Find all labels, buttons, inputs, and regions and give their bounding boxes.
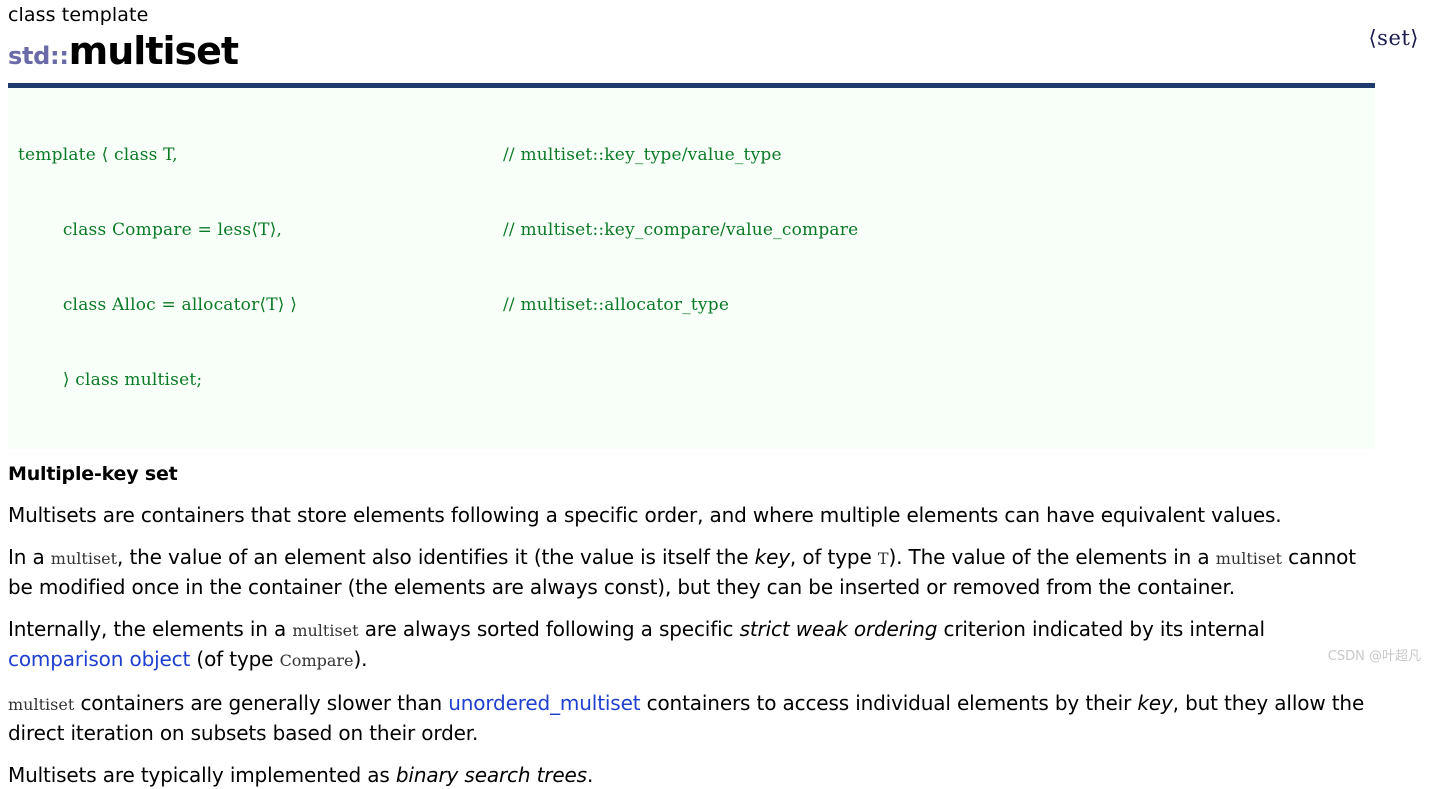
inline-code-multiset: multiset	[292, 621, 359, 640]
paragraph-ordering: Internally, the elements in a multiset a…	[8, 615, 1376, 675]
signature-line: class Alloc = allocator⟨T⟩ ⟩ // multiset:…	[18, 293, 1375, 318]
signature-line: ⟩ class multiset;	[18, 368, 1375, 393]
text-run: ). The value of the elements in a	[888, 545, 1216, 569]
text-run: (of type	[190, 647, 280, 671]
signature-code: template ⟨ class T,	[18, 145, 178, 165]
text-run: .	[586, 763, 594, 787]
text-run: Internally, the elements in a	[8, 617, 293, 641]
text-run: containers are generally slower than	[74, 691, 449, 715]
paragraph-intro: Multisets are containers that store elem…	[8, 501, 1376, 529]
link-comparison-object[interactable]: comparison object	[8, 647, 190, 671]
include-header-label: ⟨set⟩	[1368, 26, 1419, 50]
paragraph-value-identity: In a multiset, the value of an element a…	[8, 543, 1376, 601]
title-namespace: std::	[8, 42, 69, 70]
text-run: Multisets are typically implemented as	[8, 763, 396, 787]
emphasis-binary-search-trees: binary search trees	[395, 763, 587, 787]
template-signature-block: template ⟨ class T, // multiset::key_type…	[8, 83, 1375, 449]
text-run: In a	[8, 545, 51, 569]
text-run: are always sorted following a specific	[358, 617, 740, 641]
signature-line: template ⟨ class T, // multiset::key_type…	[18, 143, 1375, 168]
text-run: ).	[353, 647, 368, 671]
signature-comment: // multiset::key_compare/value_compare	[503, 220, 859, 240]
text-run: criterion indicated by its internal	[937, 617, 1265, 641]
emphasis-key: key	[1137, 691, 1173, 715]
signature-code: class Compare = less⟨T⟩,	[18, 220, 283, 240]
paragraph-performance: multiset containers are generally slower…	[8, 689, 1376, 747]
watermark: CSDN @叶超凡	[1327, 649, 1421, 664]
signature-comment: // multiset::allocator_type	[503, 295, 730, 315]
inline-code-multiset: multiset	[1215, 549, 1282, 568]
text-run: , the value of an element also identifie…	[117, 545, 755, 569]
inline-code-multiset: multiset	[8, 695, 75, 714]
entity-kind-label: class template	[8, 4, 149, 26]
reference-page: class template std::multiset ⟨set⟩ templ…	[0, 0, 1435, 789]
text-run: Multisets are containers that store elem…	[8, 503, 1282, 527]
section-title: Multiple-key set	[8, 463, 178, 485]
emphasis-key: key	[754, 545, 790, 569]
signature-code: ⟩ class multiset;	[18, 370, 203, 390]
signature-line: class Compare = less⟨T⟩, // multiset::key…	[18, 218, 1375, 243]
link-unordered-multiset[interactable]: unordered_multiset	[448, 691, 640, 715]
title-entity-name: multiset	[68, 29, 239, 73]
text-run: , of type	[789, 545, 878, 569]
signature-comment: // multiset::key_type/value_type	[503, 145, 782, 165]
page-header: class template std::multiset ⟨set⟩	[8, 0, 1427, 73]
inline-code-multiset: multiset	[50, 549, 118, 568]
signature-code: class Alloc = allocator⟨T⟩ ⟩	[18, 295, 298, 315]
page-title: std::multiset	[8, 29, 1427, 73]
text-run: containers to access individual elements…	[640, 691, 1138, 715]
emphasis-strict-weak-ordering: strict weak ordering	[739, 617, 938, 641]
paragraph-implementation: Multisets are typically implemented as b…	[8, 761, 1376, 789]
inline-code-type-t: T	[877, 549, 889, 568]
inline-code-compare: Compare	[279, 651, 354, 670]
